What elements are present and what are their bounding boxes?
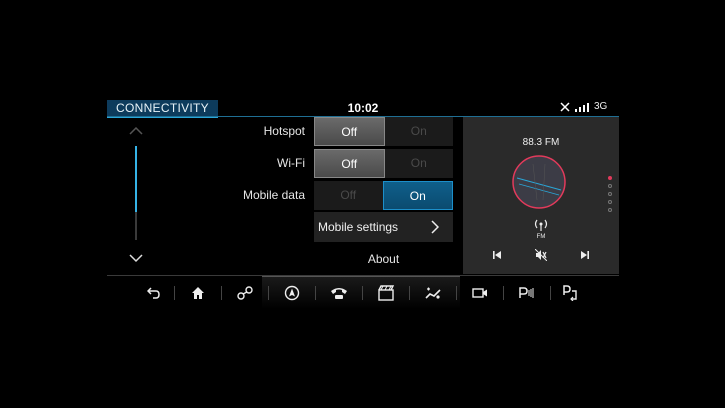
nav-phone-button[interactable]: [316, 281, 362, 305]
previous-station-button[interactable]: [490, 249, 504, 261]
scroll-down-button[interactable]: [128, 251, 144, 265]
wifi-off-option[interactable]: Off: [314, 149, 385, 178]
page-dot: [608, 176, 612, 180]
navigation-icon: [284, 285, 300, 301]
mute-button[interactable]: [534, 249, 548, 261]
page-dot: [608, 200, 612, 204]
nav-back-button[interactable]: [134, 281, 174, 305]
no-signal-icon: [560, 101, 570, 112]
wifi-label: Wi-Fi: [277, 156, 305, 170]
page-indicator: [608, 176, 614, 216]
media-icon: [378, 285, 395, 301]
page-dot: [608, 208, 612, 212]
chevron-up-icon: [129, 126, 143, 135]
parking-icon: [519, 287, 534, 298]
mobile-settings-label: Mobile settings: [318, 220, 399, 234]
nav-climate-button[interactable]: [410, 281, 456, 305]
scrollbar-thumb[interactable]: [135, 146, 137, 212]
chevron-down-icon: [129, 254, 143, 263]
radio-frequency: 88.3 FM: [522, 137, 560, 148]
scrollbar[interactable]: [135, 146, 137, 240]
next-station-button[interactable]: [578, 249, 592, 261]
nav-park-assist-button[interactable]: [551, 281, 591, 305]
mobile-data-on-option[interactable]: On: [382, 181, 453, 210]
chevron-right-icon: [431, 220, 439, 234]
signal-strength-icon: [575, 102, 589, 112]
mobile-data-label: Mobile data: [242, 188, 305, 202]
mobile-data-off-option[interactable]: Off: [314, 181, 383, 210]
mute-icon: [535, 249, 547, 261]
page-dot: [608, 192, 612, 196]
park-assist-icon: [563, 285, 577, 301]
status-bar: 3G: [560, 101, 607, 112]
hotspot-toggle[interactable]: Off On: [314, 117, 453, 146]
mobile-settings-button[interactable]: Mobile settings: [314, 212, 453, 242]
wifi-toggle[interactable]: Off On: [314, 149, 453, 178]
hotspot-off-option[interactable]: Off: [314, 117, 385, 146]
nav-connections-button[interactable]: [222, 281, 268, 305]
connections-icon: [237, 286, 253, 300]
page-dot: [608, 184, 612, 188]
nav-media-button[interactable]: [363, 281, 409, 305]
home-icon: [192, 287, 204, 299]
fm-antenna-icon: FM: [534, 219, 548, 239]
camera-icon: [472, 288, 487, 298]
nav-navigation-button[interactable]: [269, 281, 315, 305]
fm-band-label: FM: [537, 234, 546, 239]
climate-icon: [425, 287, 441, 299]
radio-dial-icon: [512, 155, 566, 209]
skip-previous-icon: [493, 251, 501, 259]
hotspot-label: Hotspot: [263, 124, 305, 138]
phone-icon: [331, 288, 347, 299]
about-button[interactable]: About: [314, 252, 453, 266]
nav-parking-button[interactable]: [504, 281, 550, 305]
back-icon: [147, 287, 160, 299]
mobile-data-toggle[interactable]: Off On: [314, 181, 453, 210]
clock: 10:02: [347, 101, 379, 115]
nav-camera-button[interactable]: [457, 281, 503, 305]
radio-controls: [463, 249, 619, 261]
bottom-nav: [134, 280, 594, 306]
hotspot-on-option[interactable]: On: [384, 117, 453, 146]
radio-panel[interactable]: 88.3 FM FM: [463, 117, 619, 274]
wifi-on-option[interactable]: On: [384, 149, 453, 178]
scroll-up-button[interactable]: [128, 124, 144, 138]
network-type: 3G: [594, 101, 608, 112]
nav-home-button[interactable]: [175, 281, 221, 305]
skip-next-icon: [581, 251, 589, 259]
